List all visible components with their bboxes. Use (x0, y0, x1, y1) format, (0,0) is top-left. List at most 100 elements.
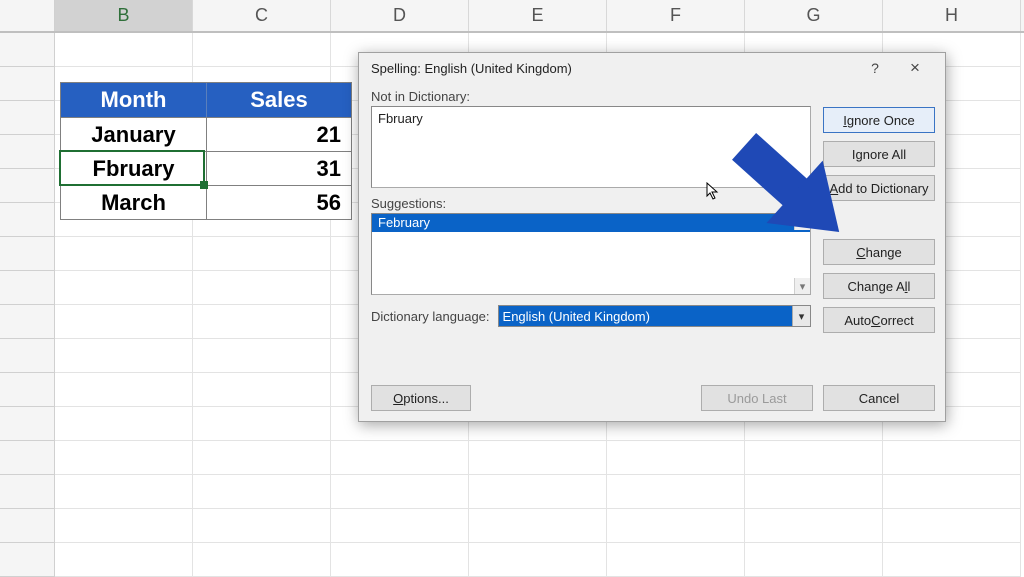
undo-last-button[interactable]: Undo Last (701, 385, 813, 411)
cancel-button[interactable]: Cancel (823, 385, 935, 411)
grid-cell[interactable] (193, 305, 331, 339)
grid-cell[interactable] (55, 441, 193, 475)
row-header[interactable] (0, 407, 55, 441)
grid-cell[interactable] (607, 509, 745, 543)
cell-sales-1[interactable]: 31 (206, 151, 351, 185)
column-header-E[interactable]: E (469, 0, 607, 31)
header-sales[interactable]: Sales (206, 83, 351, 117)
column-header-D[interactable]: D (331, 0, 469, 31)
grid-cell[interactable] (193, 407, 331, 441)
grid-row (0, 475, 1024, 509)
grid-cell[interactable] (55, 543, 193, 577)
row-header[interactable] (0, 135, 55, 169)
grid-cell[interactable] (607, 475, 745, 509)
grid-cell[interactable] (883, 441, 1021, 475)
scroll-down-icon[interactable]: ▾ (794, 278, 810, 294)
spelling-dialog: Spelling: English (United Kingdom) ? × N… (358, 52, 946, 422)
ignore-all-button[interactable]: Ignore All (823, 141, 935, 167)
select-all-corner[interactable] (0, 0, 55, 31)
add-to-dictionary-button[interactable]: Add to Dictionary (823, 175, 935, 201)
grid-cell[interactable] (883, 543, 1021, 577)
row-header[interactable] (0, 305, 55, 339)
row-header[interactable] (0, 33, 55, 67)
not-in-dictionary-box[interactable]: Fbruary (371, 106, 811, 188)
grid-cell[interactable] (55, 271, 193, 305)
grid-cell[interactable] (193, 441, 331, 475)
grid-cell[interactable] (55, 509, 193, 543)
grid-cell[interactable] (193, 543, 331, 577)
row-header[interactable] (0, 509, 55, 543)
cell-month-2[interactable]: March (61, 185, 206, 219)
grid-cell[interactable] (55, 339, 193, 373)
cell-sales-0[interactable]: 21 (206, 117, 351, 151)
grid-cell[interactable] (607, 543, 745, 577)
grid-cell[interactable] (193, 509, 331, 543)
grid-cell[interactable] (193, 271, 331, 305)
row-header[interactable] (0, 67, 55, 101)
row-header[interactable] (0, 203, 55, 237)
row-header[interactable] (0, 373, 55, 407)
dialog-title-text: Spelling: English (United Kingdom) (371, 61, 572, 76)
change-all-button[interactable]: Change All (823, 273, 935, 299)
grid-cell[interactable] (469, 543, 607, 577)
cell-sales-2[interactable]: 56 (206, 185, 351, 219)
suggestion-item-0[interactable]: February (372, 214, 810, 232)
column-header-row: B C D E F G H (0, 0, 1024, 33)
suggestions-listbox[interactable]: February ▴ ▾ (371, 213, 811, 295)
help-button[interactable]: ? (855, 54, 895, 82)
dialog-titlebar[interactable]: Spelling: English (United Kingdom) ? × (359, 53, 945, 83)
dictionary-language-label: Dictionary language: (371, 309, 490, 324)
ignore-once-button[interactable]: Ignore Once (823, 107, 935, 133)
row-header[interactable] (0, 475, 55, 509)
change-button[interactable]: Change (823, 239, 935, 265)
options-button[interactable]: Options... (371, 385, 471, 411)
cell-month-0[interactable]: January (61, 117, 206, 151)
cell-month-1[interactable]: Fbruary (61, 151, 206, 185)
row-header[interactable] (0, 543, 55, 577)
grid-cell[interactable] (331, 543, 469, 577)
grid-cell[interactable] (193, 339, 331, 373)
grid-cell[interactable] (193, 475, 331, 509)
grid-cell[interactable] (331, 475, 469, 509)
not-in-dictionary-label: Not in Dictionary: (371, 89, 811, 104)
column-header-F[interactable]: F (607, 0, 745, 31)
header-month[interactable]: Month (61, 83, 206, 117)
dictionary-language-value: English (United Kingdom) (503, 309, 650, 324)
column-header-C[interactable]: C (193, 0, 331, 31)
grid-cell[interactable] (193, 33, 331, 67)
row-header[interactable] (0, 271, 55, 305)
row-header[interactable] (0, 441, 55, 475)
grid-cell[interactable] (55, 475, 193, 509)
grid-cell[interactable] (193, 237, 331, 271)
close-button[interactable]: × (895, 54, 935, 82)
column-header-B[interactable]: B (55, 0, 193, 31)
grid-cell[interactable] (55, 373, 193, 407)
grid-cell[interactable] (55, 407, 193, 441)
grid-cell[interactable] (607, 441, 745, 475)
grid-cell[interactable] (55, 237, 193, 271)
column-header-G[interactable]: G (745, 0, 883, 31)
grid-cell[interactable] (331, 509, 469, 543)
grid-cell[interactable] (469, 475, 607, 509)
grid-cell[interactable] (883, 475, 1021, 509)
grid-cell[interactable] (745, 475, 883, 509)
autocorrect-button[interactable]: AutoCorrect (823, 307, 935, 333)
row-header[interactable] (0, 169, 55, 203)
grid-cell[interactable] (883, 509, 1021, 543)
column-header-H[interactable]: H (883, 0, 1021, 31)
scroll-up-icon[interactable]: ▴ (794, 214, 810, 230)
grid-cell[interactable] (745, 543, 883, 577)
chevron-down-icon[interactable]: ▾ (792, 306, 810, 326)
grid-cell[interactable] (745, 509, 883, 543)
grid-cell[interactable] (55, 305, 193, 339)
row-header[interactable] (0, 237, 55, 271)
dictionary-language-select[interactable]: English (United Kingdom) ▾ (498, 305, 811, 327)
row-header[interactable] (0, 101, 55, 135)
grid-cell[interactable] (745, 441, 883, 475)
row-header[interactable] (0, 339, 55, 373)
grid-cell[interactable] (55, 33, 193, 67)
grid-cell[interactable] (193, 373, 331, 407)
grid-cell[interactable] (469, 441, 607, 475)
grid-cell[interactable] (331, 441, 469, 475)
grid-cell[interactable] (469, 509, 607, 543)
